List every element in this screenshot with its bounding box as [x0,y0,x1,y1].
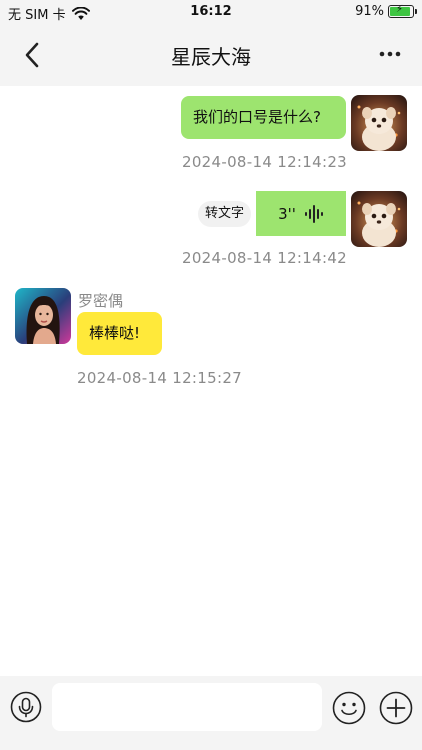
sender-name: 罗密偶 [78,292,124,310]
nav-bar: 星辰大海 [0,24,422,86]
voice-message-bubble[interactable]: 3'' [256,191,346,236]
plus-icon[interactable] [379,691,413,725]
input-bar [0,676,422,750]
status-right: 91% ⚡ [355,4,417,19]
sound-wave-icon [304,204,323,223]
convert-to-text-button[interactable]: 转文字 [198,201,252,227]
battery-icon: ⚡ [388,4,417,18]
status-bar: 无 SIM 卡 16:12 91% ⚡ [0,0,422,24]
message-timestamp: 2024-08-14 12:14:42 [182,249,348,267]
more-dots-icon[interactable] [378,44,402,64]
voice-duration: 3'' [278,204,296,223]
charging-bolt-icon: ⚡ [396,4,404,15]
message-input[interactable] [52,683,322,731]
fluffy-puppy-avatar[interactable] [351,95,407,151]
chat-title: 星辰大海 [171,45,251,69]
fluffy-puppy-avatar[interactable] [351,191,407,247]
message-timestamp: 2024-08-14 12:15:27 [77,369,243,387]
message-bubble[interactable]: 棒棒哒! [77,312,162,355]
message-bubble[interactable]: 我们的口号是什么? [181,96,346,139]
message-timestamp: 2024-08-14 12:14:23 [182,153,348,171]
woman-portrait-avatar[interactable] [15,288,71,344]
battery-percent: 91% [355,4,384,19]
microphone-icon[interactable] [10,691,42,723]
emoji-icon[interactable] [332,691,366,725]
